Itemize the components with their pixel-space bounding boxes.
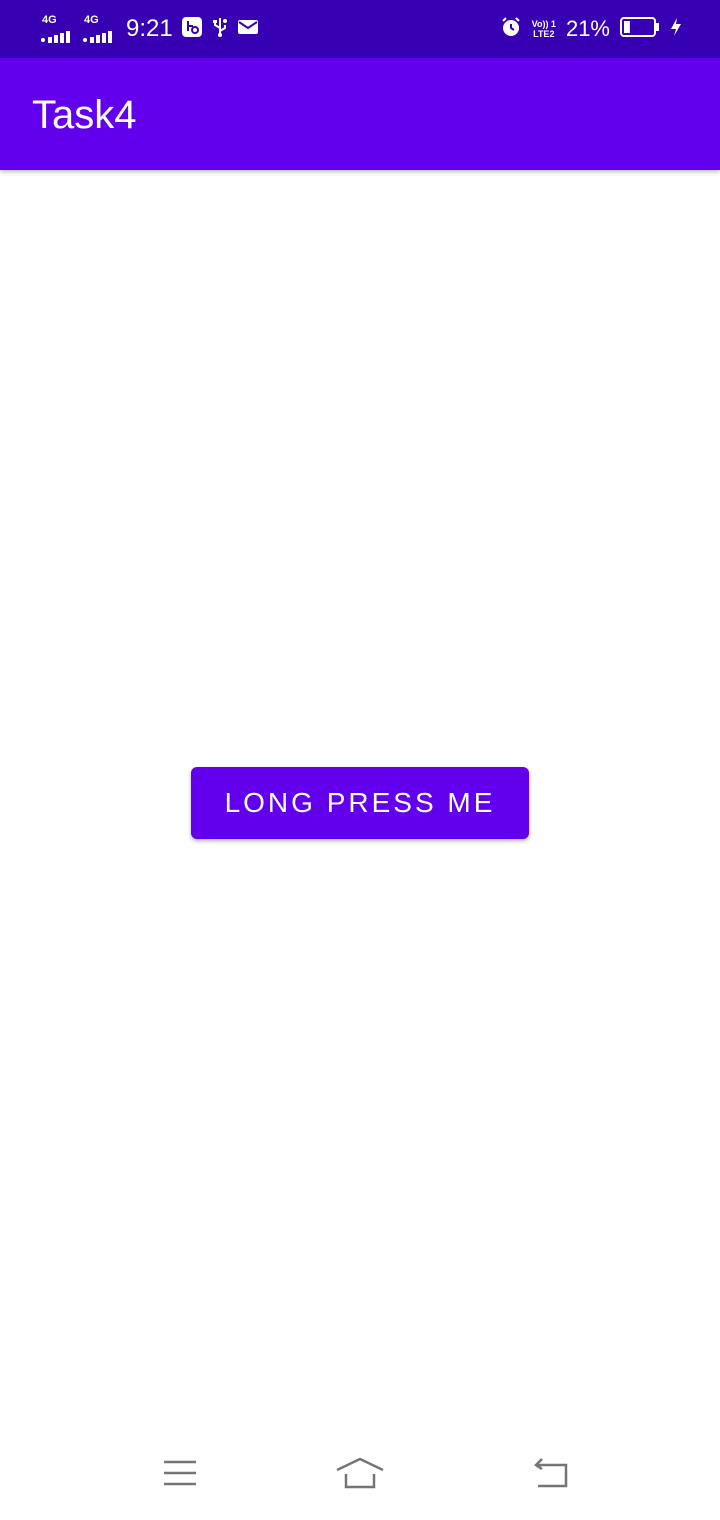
- signal-icon: 4G: [40, 15, 74, 43]
- back-button[interactable]: [524, 1452, 574, 1498]
- volte-icon: Vo)) 1 LTE2: [532, 19, 556, 39]
- menu-icon: [162, 1459, 198, 1492]
- page-title: Task4: [32, 93, 137, 137]
- volte-top-label: Vo)) 1: [531, 19, 556, 29]
- battery-icon: [620, 16, 660, 42]
- long-press-button[interactable]: LONG PRESS ME: [191, 767, 529, 839]
- back-icon: [529, 1456, 569, 1495]
- navigation-bar: [0, 1430, 720, 1520]
- volte-bottom-label: LTE2: [533, 29, 555, 39]
- charging-icon: [670, 17, 682, 42]
- screen: 4G 4G 9:21 Vo)) 1 LTE2 21% Task4 LONG PR…: [0, 0, 720, 1520]
- mail-icon: [237, 18, 259, 41]
- home-button[interactable]: [335, 1452, 385, 1498]
- network-type-label: 4G: [42, 14, 57, 26]
- usb-icon: [211, 16, 229, 43]
- signal-icon: 4G: [82, 15, 116, 43]
- long-press-button-label: LONG PRESS ME: [224, 787, 496, 818]
- clock-time: 9:21: [126, 15, 173, 42]
- status-bar: 4G 4G 9:21 Vo)) 1 LTE2 21%: [0, 0, 720, 58]
- status-right-group: Vo)) 1 LTE2 21%: [500, 0, 682, 58]
- app-notification-icon: [181, 16, 203, 43]
- battery-percent: 21%: [565, 16, 610, 41]
- alarm-icon: [500, 16, 522, 43]
- recent-apps-button[interactable]: [155, 1452, 205, 1498]
- status-left-group: 4G 4G 9:21: [40, 0, 259, 58]
- app-bar: Task4: [0, 58, 720, 170]
- network-type-label: 4G: [84, 14, 99, 26]
- home-icon: [335, 1456, 385, 1495]
